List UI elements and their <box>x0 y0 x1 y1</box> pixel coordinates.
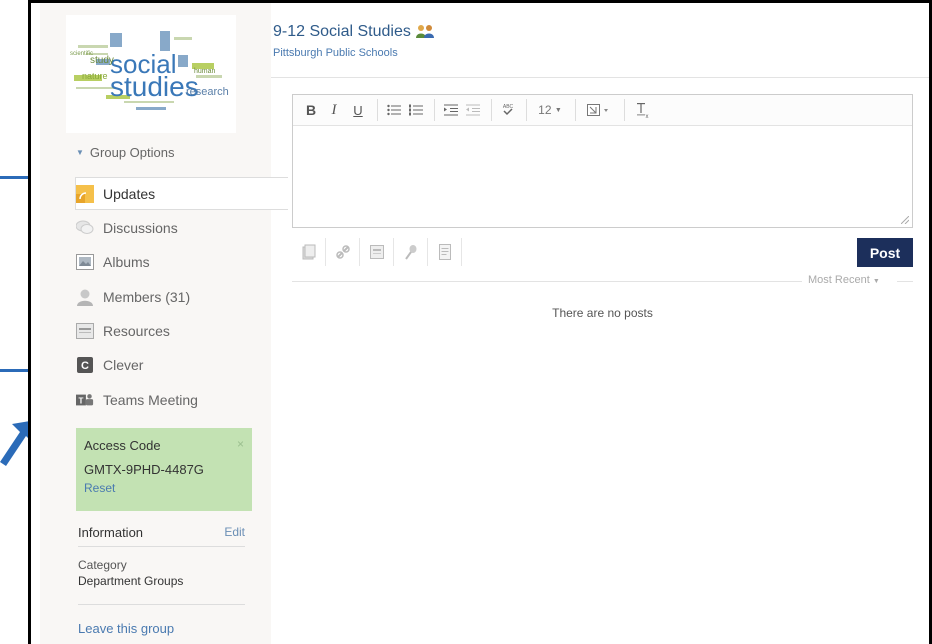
app-frame: social studies study nature human resear… <box>28 0 932 644</box>
group-options-toggle[interactable]: ▼ Group Options <box>76 145 174 160</box>
main-content: 9-12 Social Studies Pittsburgh Public Sc… <box>271 3 929 644</box>
clear-formatting-icon[interactable]: x <box>631 99 653 121</box>
access-code-box: Access Code GMTX-9PHD-4487G Reset × <box>76 428 252 511</box>
svg-text:research: research <box>186 86 229 98</box>
header-divider <box>271 77 929 78</box>
insert-template-icon[interactable] <box>582 99 616 121</box>
sidebar-item-clever[interactable]: C Clever <box>76 348 282 381</box>
albums-icon <box>76 253 94 271</box>
attach-document-icon[interactable] <box>428 238 462 266</box>
indent-icon[interactable] <box>441 99 461 121</box>
svg-text:nature: nature <box>82 71 108 81</box>
sidebar-item-updates[interactable]: Updates <box>75 177 288 210</box>
resize-handle-icon[interactable] <box>901 216 909 224</box>
school-name-link[interactable]: Pittsburgh Public Schools <box>273 47 398 59</box>
editor-toolbar: B I U ABC 12 ▼ x <box>293 95 912 126</box>
bulleted-list-icon[interactable] <box>384 99 404 121</box>
annotation-line-top <box>0 176 28 179</box>
svg-text:T: T <box>78 396 83 405</box>
information-header: Information Edit <box>78 525 245 547</box>
group-members-icon <box>415 24 435 40</box>
access-code-title: Access Code <box>84 438 161 453</box>
discussions-icon <box>76 219 94 237</box>
post-button[interactable]: Post <box>857 238 913 267</box>
attach-audio-icon[interactable] <box>394 238 428 266</box>
svg-text:x: x <box>646 114 649 118</box>
post-text-area[interactable] <box>293 126 912 227</box>
svg-text:scientific: scientific <box>70 51 93 57</box>
reset-access-code-link[interactable]: Reset <box>84 481 244 495</box>
resources-icon <box>76 322 94 340</box>
post-editor[interactable]: B I U ABC 12 ▼ x <box>292 94 913 228</box>
numbered-list-icon[interactable] <box>406 99 426 121</box>
category-value: Department Groups <box>78 574 184 588</box>
sidebar-item-members[interactable]: Members (31) <box>76 280 282 313</box>
sidebar-item-resources[interactable]: Resources <box>76 314 282 347</box>
annotation-line-mid <box>0 369 28 372</box>
attach-resource-icon[interactable] <box>360 238 394 266</box>
font-size-select[interactable]: 12 ▼ <box>533 99 567 121</box>
svg-text:study: study <box>90 55 114 66</box>
caret-down-icon: ▼ <box>76 148 84 157</box>
leave-group-link[interactable]: Leave this group <box>78 621 174 636</box>
attach-link-icon[interactable] <box>326 238 360 266</box>
sidebar-item-discussions[interactable]: Discussions <box>76 211 282 244</box>
sidebar-item-albums[interactable]: Albums <box>76 245 282 278</box>
close-icon[interactable]: × <box>237 437 244 451</box>
caret-down-icon: ▼ <box>554 106 562 114</box>
svg-text:C: C <box>81 360 89 372</box>
updates-icon <box>76 184 94 203</box>
word-cloud-image: social studies study nature human resear… <box>66 15 236 133</box>
members-icon <box>76 288 94 306</box>
attach-file-icon[interactable] <box>292 238 326 266</box>
italic-button[interactable]: I <box>323 99 345 121</box>
information-body: Category Department Groups <box>78 557 183 589</box>
sidebar-item-teams-meeting[interactable]: T Teams Meeting <box>76 383 282 416</box>
teams-icon: T <box>76 391 94 409</box>
access-code-value: GMTX-9PHD-4487G <box>84 462 204 477</box>
caret-down-icon: ▼ <box>872 278 880 285</box>
sort-dropdown[interactable]: Most Recent ▼ <box>808 274 880 286</box>
edit-information-link[interactable]: Edit <box>224 525 245 539</box>
attachment-toolbar <box>292 237 462 267</box>
outdent-icon[interactable] <box>463 99 483 121</box>
information-title: Information <box>78 525 144 540</box>
empty-feed-message: There are no posts <box>552 306 653 320</box>
group-title: 9-12 Social Studies <box>273 23 435 41</box>
spellcheck-icon[interactable]: ABC <box>498 99 518 121</box>
sidebar: social studies study nature human resear… <box>40 3 288 644</box>
bold-button[interactable]: B <box>301 99 321 121</box>
group-logo: social studies study nature human resear… <box>66 15 236 133</box>
sidebar-divider <box>78 604 245 605</box>
underline-button[interactable]: U <box>347 99 369 121</box>
category-label: Category <box>78 558 127 572</box>
svg-text:human: human <box>194 68 216 75</box>
clever-icon: C <box>76 356 94 374</box>
